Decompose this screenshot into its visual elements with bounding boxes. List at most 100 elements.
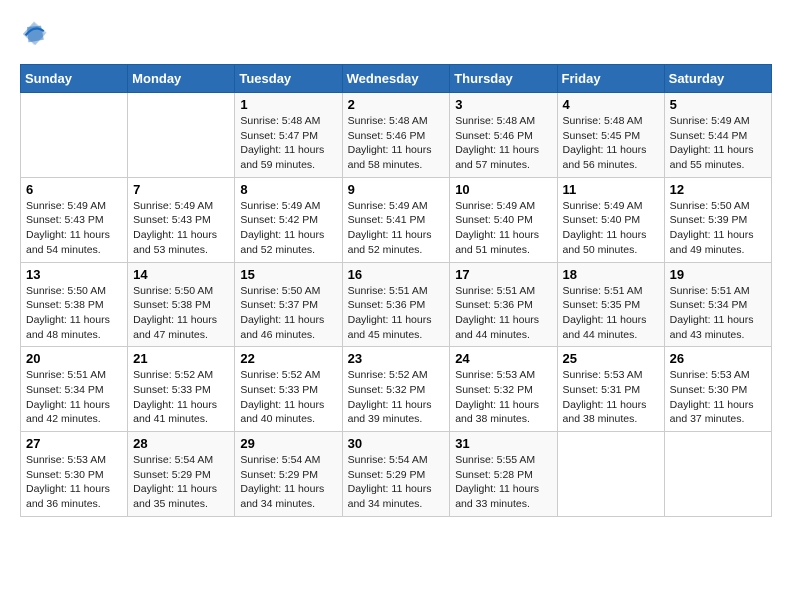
day-info: Sunrise: 5:50 AM Sunset: 5:38 PM Dayligh… [133,284,229,343]
day-number: 17 [455,267,551,282]
day-number: 30 [348,436,445,451]
day-number: 11 [563,182,659,197]
day-number: 8 [240,182,336,197]
day-info: Sunrise: 5:54 AM Sunset: 5:29 PM Dayligh… [348,453,445,512]
calendar-cell: 5 Sunrise: 5:49 AM Sunset: 5:44 PM Daylig… [664,93,771,178]
day-info: Sunrise: 5:49 AM Sunset: 5:40 PM Dayligh… [563,199,659,258]
calendar-cell: 6 Sunrise: 5:49 AM Sunset: 5:43 PM Daylig… [21,177,128,262]
day-number: 28 [133,436,229,451]
calendar-cell: 4 Sunrise: 5:48 AM Sunset: 5:45 PM Daylig… [557,93,664,178]
calendar-cell: 14 Sunrise: 5:50 AM Sunset: 5:38 PM Dayli… [128,262,235,347]
calendar-cell [557,432,664,517]
day-info: Sunrise: 5:54 AM Sunset: 5:29 PM Dayligh… [240,453,336,512]
week-row: 6 Sunrise: 5:49 AM Sunset: 5:43 PM Daylig… [21,177,772,262]
day-info: Sunrise: 5:55 AM Sunset: 5:28 PM Dayligh… [455,453,551,512]
calendar-table: SundayMondayTuesdayWednesdayThursdayFrid… [20,64,772,517]
day-header-sunday: Sunday [21,65,128,93]
calendar-cell: 29 Sunrise: 5:54 AM Sunset: 5:29 PM Dayli… [235,432,342,517]
day-info: Sunrise: 5:52 AM Sunset: 5:33 PM Dayligh… [240,368,336,427]
day-number: 15 [240,267,336,282]
day-info: Sunrise: 5:51 AM Sunset: 5:36 PM Dayligh… [455,284,551,343]
day-number: 22 [240,351,336,366]
day-number: 7 [133,182,229,197]
week-row: 1 Sunrise: 5:48 AM Sunset: 5:47 PM Daylig… [21,93,772,178]
calendar-cell: 2 Sunrise: 5:48 AM Sunset: 5:46 PM Daylig… [342,93,450,178]
day-number: 3 [455,97,551,112]
day-number: 9 [348,182,445,197]
calendar-cell: 17 Sunrise: 5:51 AM Sunset: 5:36 PM Dayli… [450,262,557,347]
day-number: 1 [240,97,336,112]
day-number: 29 [240,436,336,451]
calendar-cell: 11 Sunrise: 5:49 AM Sunset: 5:40 PM Dayli… [557,177,664,262]
calendar-cell: 1 Sunrise: 5:48 AM Sunset: 5:47 PM Daylig… [235,93,342,178]
day-info: Sunrise: 5:53 AM Sunset: 5:31 PM Dayligh… [563,368,659,427]
page-header [20,20,772,48]
calendar-cell: 13Sunrise: 5:50 AM Sunset: 5:38 PM Dayli… [21,262,128,347]
day-info: Sunrise: 5:51 AM Sunset: 5:35 PM Dayligh… [563,284,659,343]
calendar-cell: 20 Sunrise: 5:51 AM Sunset: 5:34 PM Dayli… [21,347,128,432]
day-number: 12 [670,182,766,197]
day-number: 10 [455,182,551,197]
day-info: Sunrise: 5:52 AM Sunset: 5:33 PM Dayligh… [133,368,229,427]
calendar-cell: 21 Sunrise: 5:52 AM Sunset: 5:33 PM Dayli… [128,347,235,432]
day-info: Sunrise: 5:54 AM Sunset: 5:29 PM Dayligh… [133,453,229,512]
calendar-cell: 28 Sunrise: 5:54 AM Sunset: 5:29 PM Dayli… [128,432,235,517]
day-number: 20 [26,351,122,366]
day-number: 18 [563,267,659,282]
day-number: 6 [26,182,122,197]
day-header-monday: Monday [128,65,235,93]
day-number: 14 [133,267,229,282]
day-number: 26 [670,351,766,366]
calendar-cell [21,93,128,178]
calendar-cell: 3 Sunrise: 5:48 AM Sunset: 5:46 PM Daylig… [450,93,557,178]
day-number: 5 [670,97,766,112]
day-number: 19 [670,267,766,282]
day-number: 2 [348,97,445,112]
day-header-saturday: Saturday [664,65,771,93]
week-row: 20 Sunrise: 5:51 AM Sunset: 5:34 PM Dayli… [21,347,772,432]
day-number: 31 [455,436,551,451]
day-info: Sunrise: 5:48 AM Sunset: 5:46 PM Dayligh… [348,114,445,173]
calendar-cell: 7Sunrise: 5:49 AM Sunset: 5:43 PM Daylig… [128,177,235,262]
calendar-cell: 24 Sunrise: 5:53 AM Sunset: 5:32 PM Dayli… [450,347,557,432]
day-number: 13 [26,267,122,282]
calendar-cell: 23Sunrise: 5:52 AM Sunset: 5:32 PM Dayli… [342,347,450,432]
day-number: 4 [563,97,659,112]
day-info: Sunrise: 5:48 AM Sunset: 5:46 PM Dayligh… [455,114,551,173]
day-info: Sunrise: 5:49 AM Sunset: 5:40 PM Dayligh… [455,199,551,258]
day-info: Sunrise: 5:49 AM Sunset: 5:44 PM Dayligh… [670,114,766,173]
day-number: 25 [563,351,659,366]
day-info: Sunrise: 5:49 AM Sunset: 5:42 PM Dayligh… [240,199,336,258]
day-number: 21 [133,351,229,366]
week-row: 13 Sunrise: 5:50 AM Sunset: 5:38 PM Dayli… [21,262,772,347]
calendar-cell: 25 Sunrise: 5:53 AM Sunset: 5:31 PM Dayli… [557,347,664,432]
day-info: Sunrise: 5:51 AM Sunset: 5:34 PM Dayligh… [26,368,122,427]
day-info: Sunrise: 5:53 AM Sunset: 5:32 PM Dayligh… [455,368,551,427]
calendar-cell: 22 Sunrise: 5:52 AM Sunset: 5:33 PM Dayli… [235,347,342,432]
calendar-cell: 10 Sunrise: 5:49 AM Sunset: 5:40 PM Dayli… [450,177,557,262]
calendar-cell: 16Sunrise: 5:51 AM Sunset: 5:36 PM Dayli… [342,262,450,347]
calendar-cell: 19Sunrise: 5:51 AM Sunset: 5:34 PM Dayli… [664,262,771,347]
day-info: Sunrise: 5:49 AM Sunset: 5:41 PM Dayligh… [348,199,445,258]
day-info: Sunrise: 5:53 AM Sunset: 5:30 PM Dayligh… [26,453,122,512]
day-number: 27 [26,436,122,451]
day-info: Sunrise: 5:49 AM Sunset: 5:43 PM Dayligh… [26,199,122,258]
calendar-cell [664,432,771,517]
calendar-cell [128,93,235,178]
day-info: Sunrise: 5:48 AM Sunset: 5:47 PM Dayligh… [240,114,336,173]
logo-icon [20,20,48,48]
day-info: Sunrise: 5:50 AM Sunset: 5:39 PM Dayligh… [670,199,766,258]
calendar-cell: 27 Sunrise: 5:53 AM Sunset: 5:30 PM Dayli… [21,432,128,517]
day-header-tuesday: Tuesday [235,65,342,93]
logo [20,20,52,48]
day-info: Sunrise: 5:53 AM Sunset: 5:30 PM Dayligh… [670,368,766,427]
day-info: Sunrise: 5:48 AM Sunset: 5:45 PM Dayligh… [563,114,659,173]
day-header-thursday: Thursday [450,65,557,93]
day-number: 24 [455,351,551,366]
calendar-cell: 30 Sunrise: 5:54 AM Sunset: 5:29 PM Dayli… [342,432,450,517]
day-header-friday: Friday [557,65,664,93]
day-info: Sunrise: 5:50 AM Sunset: 5:37 PM Dayligh… [240,284,336,343]
day-number: 16 [348,267,445,282]
calendar-cell: 15 Sunrise: 5:50 AM Sunset: 5:37 PM Dayli… [235,262,342,347]
day-info: Sunrise: 5:52 AM Sunset: 5:32 PM Dayligh… [348,368,445,427]
